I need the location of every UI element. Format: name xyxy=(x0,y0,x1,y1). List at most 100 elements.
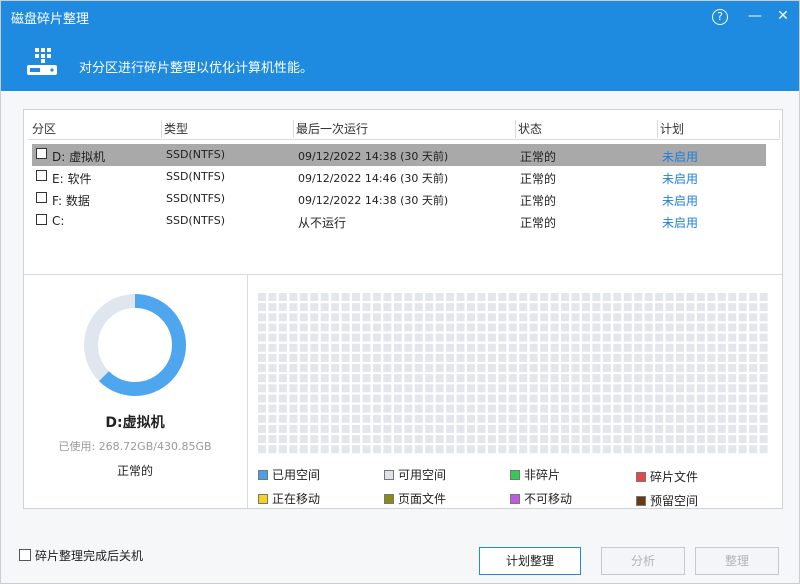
disk-block xyxy=(623,303,632,312)
disk-block xyxy=(404,384,413,393)
disk-block xyxy=(561,293,570,301)
row-checkbox[interactable] xyxy=(36,192,47,203)
disk-block xyxy=(299,435,308,444)
disk-block xyxy=(665,445,674,454)
disk-block xyxy=(696,374,705,383)
disk-block xyxy=(508,303,517,312)
disk-block xyxy=(728,313,737,322)
disk-block xyxy=(425,323,434,332)
plan-link[interactable]: 未启用 xyxy=(662,170,698,187)
disk-block xyxy=(655,293,664,301)
disk-block xyxy=(655,384,664,393)
legend-used-space: 已用空间 xyxy=(258,466,320,483)
disk-block xyxy=(602,353,611,362)
disk-block xyxy=(320,445,329,454)
disk-block xyxy=(571,333,580,342)
disk-block xyxy=(393,313,402,322)
row-checkbox[interactable] xyxy=(36,214,47,225)
disk-block xyxy=(613,374,622,383)
disk-block xyxy=(425,364,434,373)
defrag-button[interactable]: 整理 xyxy=(695,547,779,575)
plan-link[interactable]: 未启用 xyxy=(662,148,698,165)
column-header-last-run[interactable]: 最后一次运行 xyxy=(296,120,516,138)
disk-block xyxy=(571,384,580,393)
disk-block xyxy=(519,404,528,413)
column-header-type[interactable]: 类型 xyxy=(164,120,294,138)
disk-block xyxy=(341,293,350,301)
disk-block xyxy=(498,424,507,433)
shutdown-label[interactable]: 碎片整理完成后关机 xyxy=(35,547,143,564)
disk-block xyxy=(707,364,716,373)
plan-link[interactable]: 未启用 xyxy=(662,192,698,209)
disk-block xyxy=(707,313,716,322)
disk-block xyxy=(602,323,611,332)
disk-block xyxy=(320,293,329,301)
disk-block xyxy=(540,394,549,403)
disk-block xyxy=(665,333,674,342)
disk-block xyxy=(268,313,277,322)
close-icon[interactable]: ✕ xyxy=(773,6,793,26)
partition-name: F: 数据 xyxy=(52,194,90,208)
disk-block xyxy=(655,303,664,312)
disk-block xyxy=(634,394,643,403)
analyze-button[interactable]: 分析 xyxy=(601,547,685,575)
disk-block xyxy=(299,384,308,393)
disk-block xyxy=(467,364,475,373)
disk-block xyxy=(623,374,632,383)
column-header-plan[interactable]: 计划 xyxy=(660,120,780,138)
disk-block xyxy=(383,424,392,433)
minimize-icon[interactable]: — xyxy=(745,6,765,26)
disk-block xyxy=(707,435,716,444)
disk-block xyxy=(592,414,601,423)
disk-block xyxy=(519,364,528,373)
schedule-button[interactable]: 计划整理 xyxy=(479,547,581,575)
disk-block xyxy=(571,404,580,413)
disk-block xyxy=(749,313,758,322)
table-row[interactable]: E: 软件 SSD(NTFS) 09/12/2022 14:46 (30 天前)… xyxy=(32,166,766,188)
disk-block xyxy=(592,424,601,433)
disk-block xyxy=(352,364,361,373)
disk-block xyxy=(278,323,287,332)
disk-block xyxy=(320,424,329,433)
disk-block xyxy=(393,353,402,362)
disk-block xyxy=(644,374,653,383)
last-run: 09/12/2022 14:38 (30 天前) xyxy=(298,194,449,207)
disk-block xyxy=(696,313,705,322)
column-header-status[interactable]: 状态 xyxy=(518,120,658,138)
disk-block xyxy=(717,394,726,403)
table-row[interactable]: F: 数据 SSD(NTFS) 09/12/2022 14:38 (30 天前)… xyxy=(32,188,766,210)
disk-block xyxy=(310,404,319,413)
disk-block xyxy=(508,364,517,373)
disk-block xyxy=(414,353,423,362)
disk-block xyxy=(613,394,622,403)
legend-reserved: 预留空间 xyxy=(636,492,698,509)
disk-block xyxy=(404,313,413,322)
plan-link[interactable]: 未启用 xyxy=(662,214,698,231)
disk-block xyxy=(738,424,747,433)
disk-block xyxy=(676,374,684,383)
table-row[interactable]: C: SSD(NTFS) 从不运行 正常的 未启用 xyxy=(32,210,766,232)
disk-block xyxy=(738,394,747,403)
row-checkbox[interactable] xyxy=(36,148,47,159)
disk-block xyxy=(331,445,340,454)
column-header-partition[interactable]: 分区 xyxy=(32,120,162,138)
disk-block xyxy=(696,293,705,301)
disk-block xyxy=(487,435,496,444)
disk-block xyxy=(467,313,475,322)
disk-block xyxy=(456,343,465,352)
disk-block xyxy=(341,333,350,342)
disk-block xyxy=(571,394,580,403)
disk-block xyxy=(738,353,747,362)
shutdown-checkbox[interactable] xyxy=(19,549,31,561)
table-row[interactable]: D: 虚拟机 SSD(NTFS) 09/12/2022 14:38 (30 天前… xyxy=(32,144,766,166)
disk-block xyxy=(759,313,768,322)
disk-block xyxy=(383,303,392,312)
disk-block xyxy=(561,394,570,403)
disk-block xyxy=(456,374,465,383)
partition-type: SSD(NTFS) xyxy=(166,192,226,205)
disk-block xyxy=(749,404,758,413)
disk-block xyxy=(728,374,737,383)
help-icon[interactable]: ? xyxy=(712,9,728,25)
disk-block xyxy=(331,394,340,403)
row-checkbox[interactable] xyxy=(36,170,47,181)
